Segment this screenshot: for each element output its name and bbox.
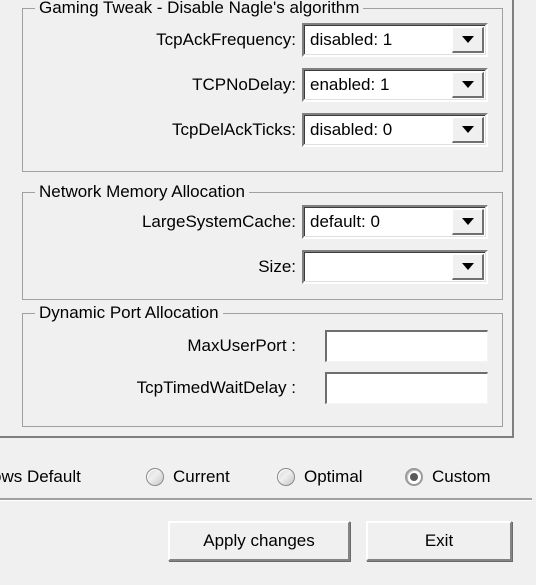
label-tcpackfrequency: TcpAckFrequency: [156, 30, 296, 49]
chevron-down-icon [461, 126, 474, 133]
row-tcpnodelay: TCPNoDelay: enabled: 1 [23, 68, 502, 102]
row-largesystemcache: LargeSystemCache: default: 0 [23, 205, 502, 239]
combobox-size-value [310, 252, 448, 282]
combobox-size[interactable] [302, 250, 488, 284]
combobox-size-dropdown-button[interactable] [452, 254, 484, 280]
radio-custom-label: Custom [432, 467, 491, 486]
preset-radio-group: ows Default Current Optimal Custom [0, 458, 536, 496]
label-maxuserport: MaxUserPort : [187, 336, 296, 355]
textbox-tcptimedwaitdelay[interactable] [325, 372, 488, 404]
label-largesystemcache: LargeSystemCache: [141, 212, 296, 231]
chevron-down-icon [461, 263, 474, 270]
groupbox-gaming-tweak-title: Gaming Tweak - Disable Nagle's algorithm [35, 0, 364, 18]
radio-optimal[interactable]: Optimal [277, 458, 363, 496]
combobox-tcpnodelay[interactable]: enabled: 1 [302, 68, 488, 102]
combobox-largesystemcache[interactable]: default: 0 [302, 205, 488, 239]
exit-button[interactable]: Exit [366, 521, 512, 561]
combobox-tcpnodelay-dropdown-button[interactable] [452, 72, 484, 98]
textbox-maxuserport[interactable] [325, 330, 488, 362]
label-tcptimedwaitdelay: TcpTimedWaitDelay : [136, 378, 296, 397]
groupbox-gaming-tweak: Gaming Tweak - Disable Nagle's algorithm… [22, 0, 503, 172]
combobox-tcpdelackticks-value: disabled: 0 [310, 120, 393, 139]
combobox-tcpackfrequency[interactable]: disabled: 1 [302, 23, 488, 57]
groupbox-network-memory-allocation: Network Memory Allocation LargeSystemCac… [22, 182, 503, 300]
radio-windows-default-label: ows Default [0, 467, 81, 486]
groupbox-network-memory-allocation-title: Network Memory Allocation [35, 182, 249, 202]
combobox-tcpdelackticks[interactable]: disabled: 0 [302, 113, 488, 147]
combobox-tcpackfrequency-dropdown-button[interactable] [452, 27, 484, 53]
apply-changes-button[interactable]: Apply changes [168, 521, 350, 561]
chevron-down-icon [461, 36, 474, 43]
chevron-down-icon [461, 81, 474, 88]
groupbox-dynamic-port-allocation-title: Dynamic Port Allocation [35, 303, 223, 323]
combobox-tcpackfrequency-value: disabled: 1 [310, 30, 393, 49]
divider-below-presets [0, 498, 532, 501]
radio-current[interactable]: Current [146, 458, 230, 496]
maxuserport-input[interactable] [327, 332, 487, 361]
groupbox-dynamic-port-allocation: Dynamic Port Allocation MaxUserPort : Tc… [22, 303, 503, 427]
radio-optimal-indicator[interactable] [277, 468, 295, 486]
label-size: Size: [258, 257, 296, 276]
radio-windows-default[interactable]: ows Default [0, 458, 81, 496]
row-tcpdelackticks: TcpDelAckTicks: disabled: 0 [23, 113, 502, 147]
row-tcpackfrequency: TcpAckFrequency: disabled: 1 [23, 23, 502, 57]
radio-current-indicator[interactable] [146, 468, 164, 486]
row-maxuserport: MaxUserPort : [23, 329, 502, 363]
radio-custom[interactable]: Custom [405, 458, 491, 496]
label-tcpnodelay: TCPNoDelay: [192, 75, 296, 94]
chevron-down-icon [461, 218, 474, 225]
label-tcpdelackticks: TcpDelAckTicks: [171, 120, 296, 139]
row-size: Size: [23, 250, 502, 284]
combobox-largesystemcache-dropdown-button[interactable] [452, 209, 484, 235]
radio-custom-indicator[interactable] [405, 468, 423, 486]
combobox-tcpdelackticks-dropdown-button[interactable] [452, 117, 484, 143]
radio-optimal-label: Optimal [304, 467, 363, 486]
combobox-largesystemcache-value: default: 0 [310, 212, 380, 231]
radio-current-label: Current [173, 467, 230, 486]
tcptimedwaitdelay-input[interactable] [327, 374, 487, 403]
combobox-tcpnodelay-value: enabled: 1 [310, 75, 390, 94]
row-tcptimedwaitdelay: TcpTimedWaitDelay : [23, 371, 502, 405]
